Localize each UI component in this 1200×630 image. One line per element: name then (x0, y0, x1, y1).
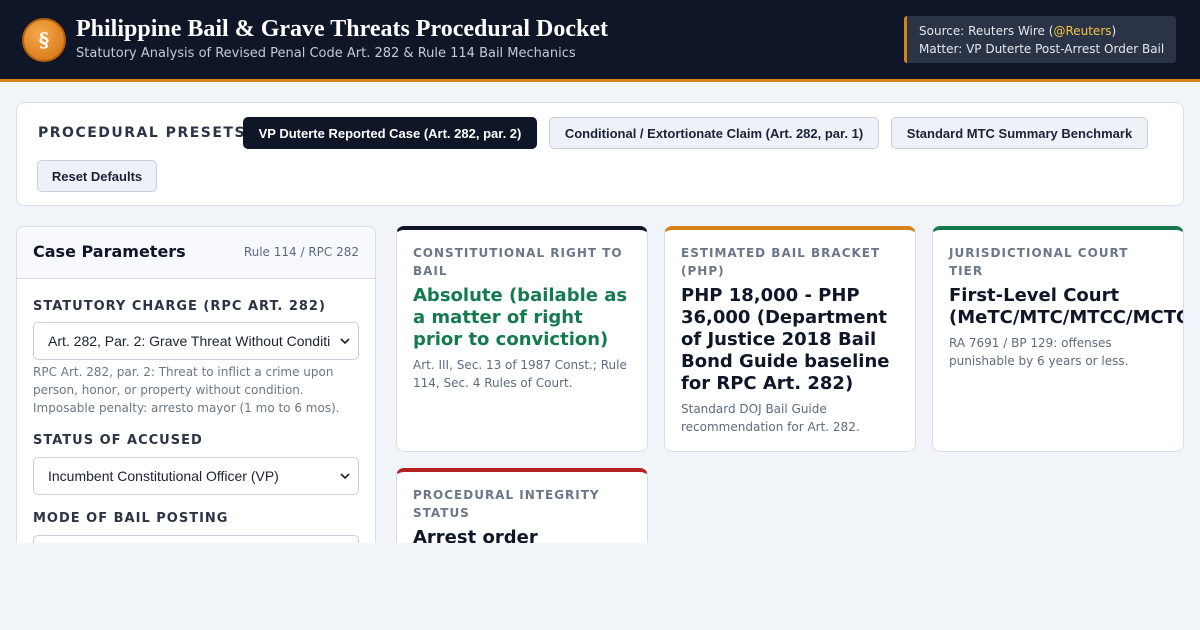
source-prefix: Source: Reuters Wire ( (919, 24, 1054, 38)
source-handle-link[interactable]: @Reuters (1053, 24, 1111, 38)
viewport-bottom-mask (0, 543, 1200, 630)
bail-bracket-card: ESTIMATED BAIL BRACKET (PHP) PHP 18,000 … (664, 226, 916, 452)
card-value: First-Level Court (MeTC/MTC/MTCC/MCTC) (949, 285, 1184, 328)
matter-line: Matter: VP Duterte Post-Arrest Order Bai… (919, 42, 1165, 56)
card-note: RA 7691 / BP 129: offenses punishable by… (949, 336, 1129, 368)
card-label: JURISDICTIONAL COURT TIER (949, 246, 1129, 278)
accused-status-select[interactable]: Incumbent Constitutional Officer (VP) (33, 457, 359, 495)
chevron-down-icon (340, 338, 350, 345)
panel-reference: Rule 114 / RPC 282 (243, 245, 359, 259)
preset-conditional-claim-button[interactable]: Conditional / Extortionate Claim (Art. 2… (549, 117, 879, 149)
court-tier-card: JURISDICTIONAL COURT TIER First-Level Co… (932, 226, 1184, 452)
statutory-charge-help: RPC Art. 282, par. 2: Threat to inflict … (33, 365, 340, 415)
panel-title: Case Parameters (33, 242, 186, 261)
accused-status-value: Incumbent Constitutional Officer (VP) (48, 468, 279, 484)
app-header: § Philippine Bail & Grave Threats Proced… (0, 0, 1200, 82)
panel-header: Case Parameters Rule 114 / RPC 282 (17, 227, 375, 279)
card-value: PHP 18,000 - PHP 36,000 (Department of J… (681, 285, 890, 394)
card-value: Absolute (bailable as a matter of right … (413, 285, 628, 350)
card-label: PROCEDURAL INTEGRITY STATUS (413, 488, 600, 520)
reset-defaults-button[interactable]: Reset Defaults (37, 160, 157, 192)
card-note: Art. III, Sec. 13 of 1987 Const.; Rule 1… (413, 358, 627, 390)
statutory-charge-select[interactable]: Art. 282, Par. 2: Grave Threat Without C… (33, 322, 359, 360)
chevron-down-icon (340, 473, 350, 480)
section-sign-logo-icon: § (22, 18, 66, 62)
page-title: Philippine Bail & Grave Threats Procedur… (76, 16, 608, 42)
bail-right-card: CONSTITUTIONAL RIGHT TO BAIL Absolute (b… (396, 226, 648, 452)
procedural-presets-bar: PROCEDURAL PRESETS: VP Duterte Reported … (16, 102, 1184, 206)
card-note: Standard DOJ Bail Guide recommendation f… (681, 402, 860, 434)
card-label: ESTIMATED BAIL BRACKET (PHP) (681, 246, 881, 278)
bail-mode-label: MODE OF BAIL POSTING (33, 511, 229, 526)
page-subtitle: Statutory Analysis of Revised Penal Code… (76, 46, 576, 61)
source-info-box: Source: Reuters Wire (@Reuters) Matter: … (904, 16, 1176, 63)
preset-vp-duterte-button[interactable]: VP Duterte Reported Case (Art. 282, par.… (243, 117, 537, 149)
statutory-charge-label: STATUTORY CHARGE (RPC ART. 282) (33, 299, 326, 314)
case-parameters-panel: Case Parameters Rule 114 / RPC 282 STATU… (16, 226, 376, 556)
accused-status-label: STATUS OF ACCUSED (33, 433, 203, 448)
presets-label: PROCEDURAL PRESETS: (38, 125, 254, 141)
statutory-charge-value: Art. 282, Par. 2: Grave Threat Without C… (48, 333, 330, 349)
source-suffix: ) (1111, 24, 1117, 38)
source-line: Source: Reuters Wire (@Reuters) (919, 22, 1176, 40)
card-label: CONSTITUTIONAL RIGHT TO BAIL (413, 246, 623, 278)
preset-mtc-benchmark-button[interactable]: Standard MTC Summary Benchmark (891, 117, 1148, 149)
